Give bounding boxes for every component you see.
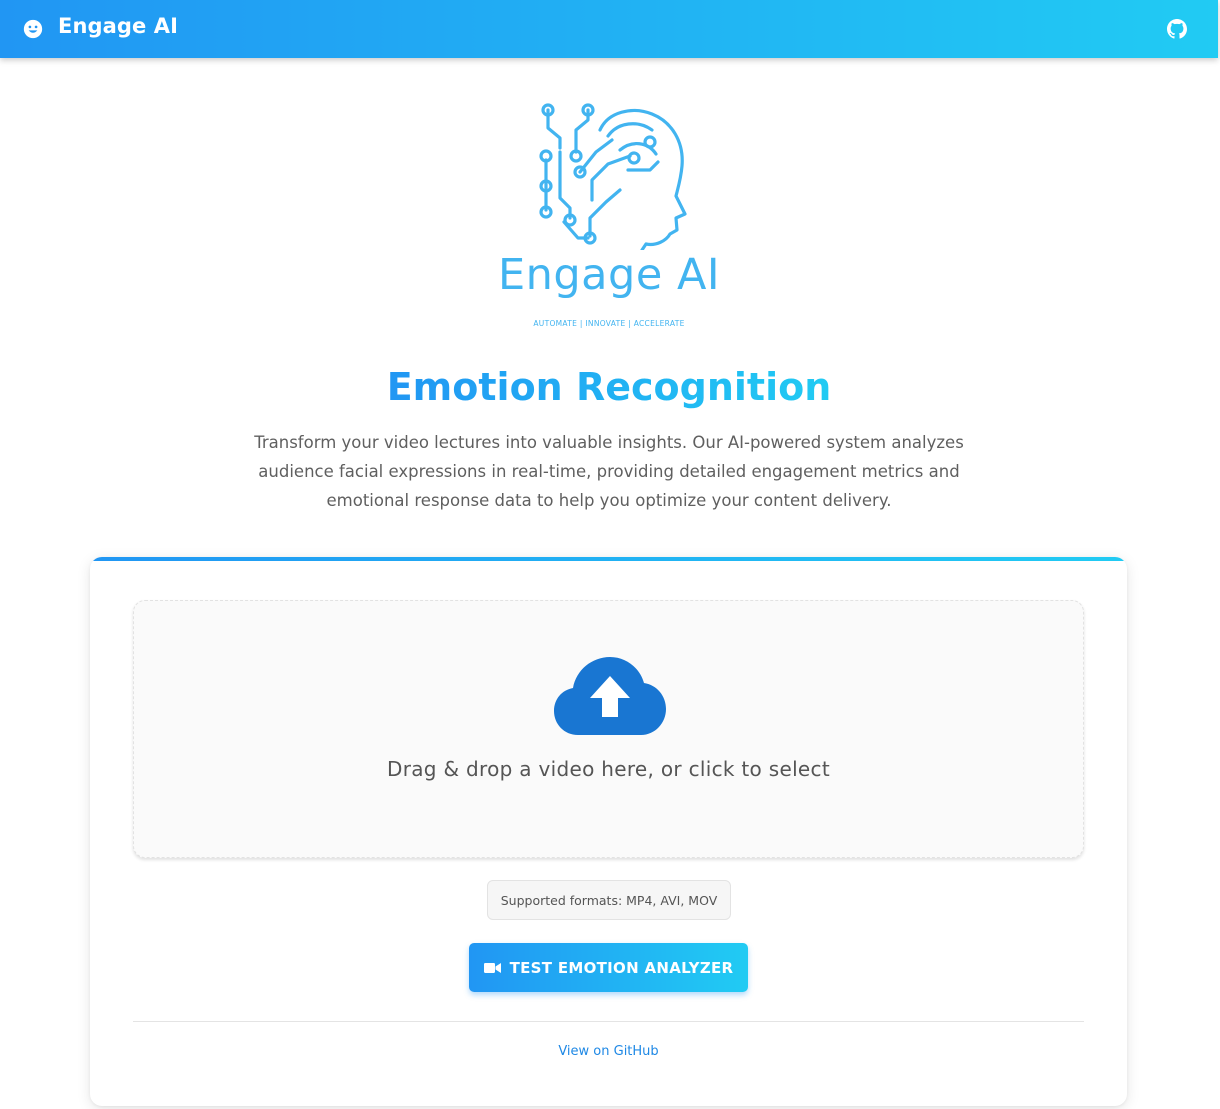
- smiley-face-icon: [23, 19, 43, 39]
- test-emotion-analyzer-button[interactable]: TEST EMOTION ANALYZER: [469, 943, 748, 992]
- intro-paragraph: Transform your video lectures into valua…: [254, 433, 964, 510]
- page-title-text: Emotion Recognition: [386, 365, 832, 409]
- app-bar: Engage AI: [0, 0, 1218, 58]
- videocam-icon: [483, 962, 501, 973]
- dropzone-prompt: Drag & drop a video here, or click to se…: [387, 757, 830, 781]
- engage-ai-logo: Engage AI AUTOMATE | INNOVATE | ACCELERA…: [480, 100, 740, 336]
- test-button-label: TEST EMOTION ANALYZER: [509, 958, 734, 977]
- app-title: Engage AI: [58, 14, 179, 38]
- view-on-github-link[interactable]: View on GitHub: [90, 1044, 1127, 1059]
- card-divider: [133, 1021, 1084, 1022]
- logo-wordmark: Engage AI: [497, 250, 721, 300]
- video-dropzone[interactable]: Drag & drop a video here, or click to se…: [133, 600, 1084, 858]
- page-title: Emotion Recognition: [0, 362, 1218, 412]
- github-button[interactable]: [1160, 12, 1194, 46]
- supported-formats-chip: Supported formats: MP4, AVI, MOV: [487, 880, 731, 920]
- github-icon: [1167, 19, 1187, 39]
- logo-tagline: AUTOMATE | INNOVATE | ACCELERATE: [533, 319, 685, 328]
- ai-head-circuit-icon: [539, 103, 687, 250]
- cloud-upload-icon: [554, 657, 666, 735]
- upload-card: Drag & drop a video here, or click to se…: [90, 557, 1127, 1106]
- card-accent-bar: [90, 557, 1127, 561]
